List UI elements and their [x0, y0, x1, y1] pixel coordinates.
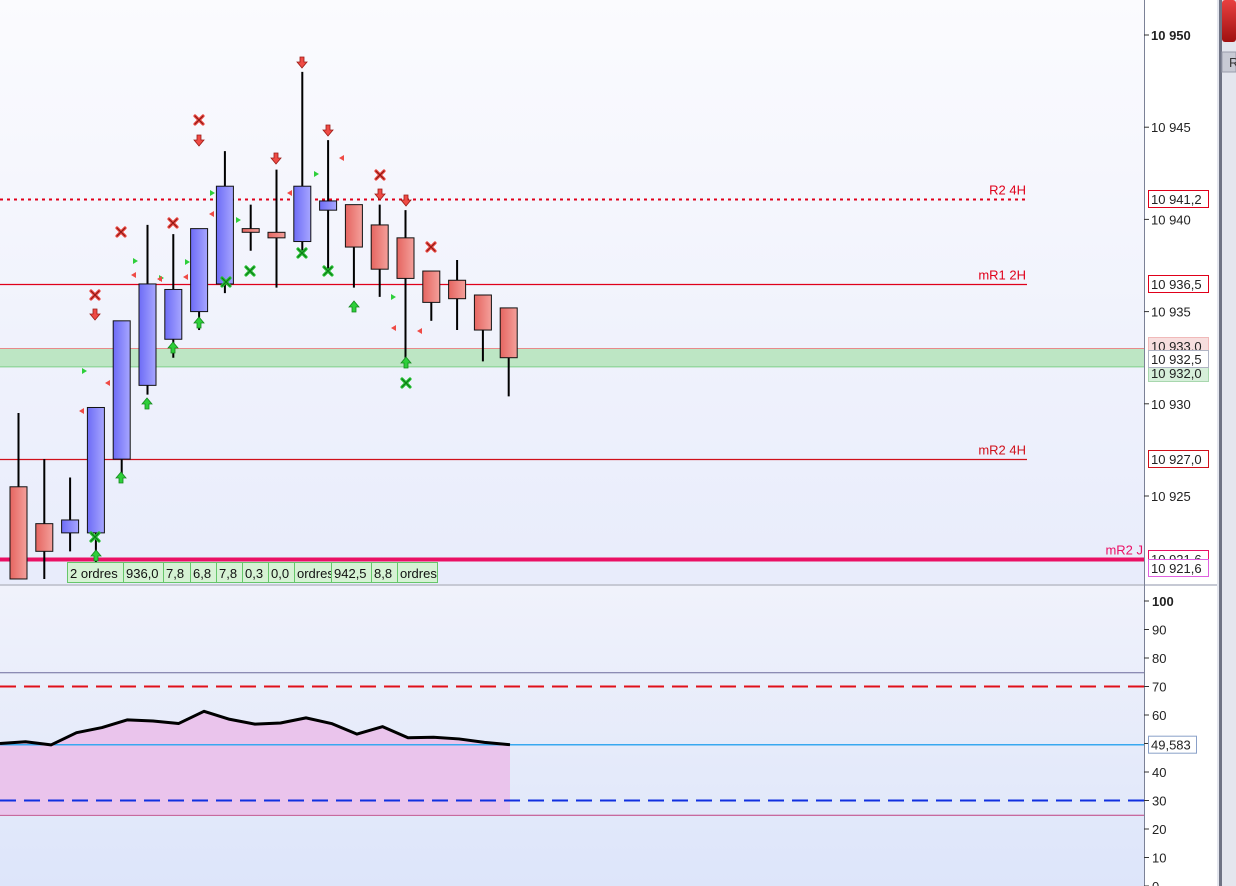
price-tick-label: 10 935	[1151, 305, 1191, 320]
rsi-tick-label: 20	[1152, 822, 1166, 837]
rsi-tick-label: 60	[1152, 708, 1166, 723]
price-tick-label: 10 925	[1151, 489, 1191, 504]
price-tick-label: 10 950	[1151, 28, 1191, 43]
candle-body	[344, 204, 363, 248]
chart-canvas[interactable]: R R2 4H mR1 2H mR2 4H mR2 J 2 ordres 936,0 7,…	[0, 0, 1236, 886]
level-value-label-mr2-4h: 10 927,0	[1148, 450, 1209, 468]
svg-text:10 932,0: 10 932,0	[1151, 366, 1202, 381]
level-value-label-r2-4h: 10 941,2	[1148, 190, 1209, 208]
order-tag-text: 7,8	[166, 566, 184, 581]
svg-text:10 941,2: 10 941,2	[1151, 192, 1202, 207]
rsi-tick-label: 40	[1152, 765, 1166, 780]
candle-body	[370, 224, 389, 270]
price-tick-label: 10 945	[1151, 120, 1191, 135]
rsi-tick-label: 0	[1152, 879, 1159, 886]
svg-text:10 921,6: 10 921,6	[1151, 561, 1202, 576]
order-tag[interactable]: 2 ordres	[67, 562, 126, 583]
order-tag[interactable]: 6,8	[190, 562, 218, 583]
order-tag[interactable]: 8,8	[371, 562, 399, 583]
rsi-tick-label: 90	[1152, 623, 1166, 638]
order-tag-text: 7,8	[219, 566, 237, 581]
order-tag[interactable]: 0,0	[268, 562, 296, 583]
top-right-red-button[interactable]	[1222, 0, 1236, 42]
order-tag-text: 936,0	[126, 566, 159, 581]
candle-body	[9, 486, 28, 580]
svg-text:49,583: 49,583	[1151, 738, 1191, 753]
last-price-label: 10 932,5	[1148, 350, 1209, 368]
order-tag[interactable]: 0,3	[242, 562, 270, 583]
level-name-mr1-2h: mR1 2H	[978, 268, 1026, 283]
rsi-tick-label: 100	[1152, 594, 1174, 609]
candle-body	[241, 228, 260, 233]
candle-body	[190, 228, 209, 313]
candle-body	[86, 406, 105, 534]
rsi-tick-label: 80	[1152, 651, 1166, 666]
rsi-tick-label: 30	[1152, 794, 1166, 809]
order-tag-text: 942,5	[334, 566, 367, 581]
top-right-small-button-label: R	[1229, 55, 1236, 70]
candle[interactable]	[112, 320, 131, 478]
order-tag-text: ordres	[297, 566, 334, 581]
order-tag-text: 2 ordres	[70, 566, 118, 581]
order-tag-text: ordres	[400, 566, 437, 581]
price-tick-label: 10 930	[1151, 397, 1191, 412]
candle-body	[422, 270, 441, 303]
svg-text:10 932,5: 10 932,5	[1151, 352, 1202, 367]
candle-body	[138, 283, 157, 386]
candle-body	[112, 320, 131, 460]
candle-body	[499, 307, 518, 359]
order-tag-text: 8,8	[374, 566, 392, 581]
price-tick-label: 10 940	[1151, 212, 1191, 227]
order-tag[interactable]: ordres	[397, 562, 438, 583]
candle-body	[396, 237, 415, 279]
trading-chart-window: R R2 4H mR1 2H mR2 4H mR2 J 2 ordres 936,0 7,…	[0, 0, 1236, 886]
rsi-tick-label: 10	[1152, 851, 1166, 866]
candle-body	[473, 294, 492, 331]
mr2j-secondary-label: 10 921,6	[1148, 559, 1209, 577]
svg-text:10 936,5: 10 936,5	[1151, 277, 1202, 292]
order-tag[interactable]: ordres	[294, 562, 335, 583]
order-tag-text: 0,0	[271, 566, 289, 581]
level-value-label-mr1-2h: 10 936,5	[1148, 275, 1209, 293]
order-tag[interactable]: 942,5	[331, 562, 373, 583]
order-tag-text: 6,8	[193, 566, 211, 581]
level-name-r2-4h: R2 4H	[989, 183, 1026, 198]
candle-body	[448, 279, 467, 300]
level-name-mr2-4h: mR2 4H	[978, 443, 1026, 458]
order-tag-text: 0,3	[245, 566, 263, 581]
order-tag[interactable]: 7,8	[216, 562, 244, 583]
rsi-current-value-label: 49,583	[1148, 735, 1197, 754]
level-name-mr2-j: mR2 J	[1105, 543, 1143, 558]
candle-body	[35, 523, 54, 552]
order-tag[interactable]: 7,8	[163, 562, 192, 583]
svg-text:10 927,0: 10 927,0	[1151, 452, 1202, 467]
candle-body	[215, 185, 234, 285]
candle-body	[267, 231, 286, 239]
right-panel-scrollbar[interactable]	[1219, 0, 1222, 886]
rsi-tick-label: 70	[1152, 680, 1166, 695]
candle-body	[319, 200, 338, 211]
candle-body	[164, 288, 183, 340]
candle-body	[61, 519, 80, 534]
candle-body	[293, 185, 312, 243]
order-tag[interactable]: 936,0	[123, 562, 165, 583]
